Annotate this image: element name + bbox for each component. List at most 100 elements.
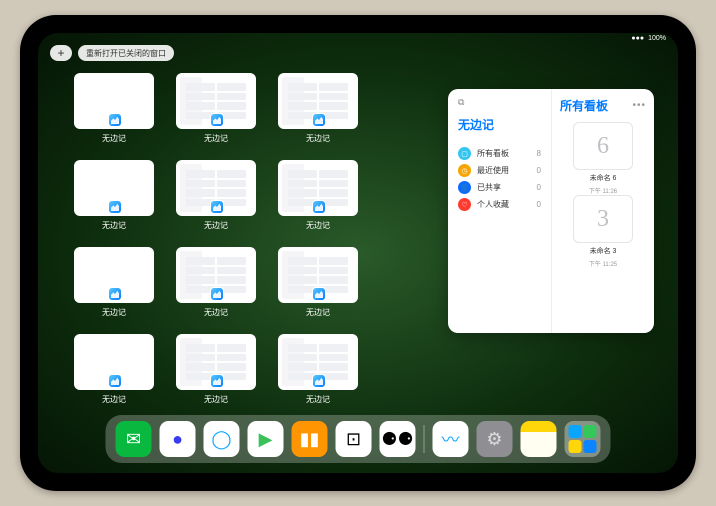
freeform-icon xyxy=(312,113,326,127)
freeform-icon xyxy=(210,113,224,127)
freeform-icon xyxy=(108,374,122,388)
board-time: 下午 11:25 xyxy=(589,259,617,268)
window-card[interactable]: 无边记 xyxy=(74,334,154,405)
battery-label: 100% xyxy=(648,35,666,42)
window-card[interactable]: 无边记 xyxy=(176,160,256,231)
window-thumbnail xyxy=(278,73,358,129)
freeform-icon xyxy=(210,287,224,301)
status-bar: ●●● 100% xyxy=(631,35,666,42)
dock-app-shapes[interactable]: ⚈⚈ xyxy=(380,421,416,457)
reopen-closed-button[interactable]: 重新打开已关闭的窗口 xyxy=(78,45,174,61)
board-label: 未命名 6 xyxy=(590,173,617,183)
freeform-icon xyxy=(108,200,122,214)
window-label: 无边记 xyxy=(306,394,330,405)
window-label: 无边记 xyxy=(306,133,330,144)
freeform-icon xyxy=(312,374,326,388)
window-thumbnail xyxy=(278,160,358,216)
window-card[interactable]: 无边记 xyxy=(176,73,256,144)
dock-folder[interactable] xyxy=(565,421,601,457)
dock-app-play[interactable]: ▶ xyxy=(248,421,284,457)
folder-mini-app xyxy=(569,425,582,438)
sidebar-item[interactable]: 👤 已共享 0 xyxy=(458,179,541,196)
dock-app-dice[interactable]: ⊡ xyxy=(336,421,372,457)
folder-mini-app xyxy=(584,440,597,453)
window-card[interactable]: 无边记 xyxy=(74,247,154,318)
window-label: 无边记 xyxy=(102,133,126,144)
dock-app-qqbrowser[interactable]: ◯ xyxy=(204,421,240,457)
freeform-icon xyxy=(108,113,122,127)
sidebar-item[interactable]: ◷最近使用0 xyxy=(458,162,541,179)
window-thumbnail xyxy=(176,334,256,390)
window-label: 无边记 xyxy=(306,220,330,231)
window-thumbnail xyxy=(278,247,358,303)
window-card[interactable]: 无边记 xyxy=(278,247,358,318)
board-thumbnail: 6 xyxy=(573,122,633,170)
panel-main: 所有看板 ••• 6 未命名 6 下午 11:263 未命名 3 下午 11:25 xyxy=(552,89,654,333)
window-thumbnail xyxy=(74,73,154,129)
sidebar-item-count: 0 xyxy=(537,183,541,192)
window-thumbnail xyxy=(278,334,358,390)
ipad-frame: ●●● 100% + 重新打开已关闭的窗口 无边记无边记无边记无边记无边记无边记… xyxy=(20,15,696,491)
wifi-icon: ●●● xyxy=(631,35,644,42)
dock-app-settings[interactable]: ⚙ xyxy=(477,421,513,457)
freeform-icon xyxy=(210,200,224,214)
more-button[interactable]: ••• xyxy=(632,100,646,111)
category-icon: ▢ xyxy=(458,147,471,160)
app-panel: ⧉ 无边记 ▢所有看板8◷最近使用0👤已共享0♡个人收藏0 所有看板 ••• 6… xyxy=(448,89,654,333)
board-time: 下午 11:26 xyxy=(589,186,617,195)
dock-app-notes[interactable] xyxy=(521,421,557,457)
window-thumbnail xyxy=(74,334,154,390)
window-label: 无边记 xyxy=(102,394,126,405)
folder-mini-app xyxy=(584,425,597,438)
panel-title: 无边记 xyxy=(458,116,541,133)
freeform-icon xyxy=(210,374,224,388)
dock-app-quark[interactable]: ● xyxy=(160,421,196,457)
window-label: 无边记 xyxy=(204,394,228,405)
window-card[interactable]: 无边记 xyxy=(176,334,256,405)
freeform-icon xyxy=(108,287,122,301)
sidebar-item-label: 最近使用 xyxy=(477,165,531,176)
window-label: 无边记 xyxy=(204,220,228,231)
window-card[interactable]: 无边记 xyxy=(74,160,154,231)
dock-app-wechat[interactable]: ✉ xyxy=(116,421,152,457)
window-grid: 无边记无边记无边记无边记无边记无边记无边记无边记无边记无边记无边记无边记 xyxy=(74,73,454,405)
window-card[interactable]: 无边记 xyxy=(74,73,154,144)
window-thumbnail xyxy=(74,247,154,303)
window-label: 无边记 xyxy=(306,307,330,318)
window-card[interactable]: 无边记 xyxy=(278,160,358,231)
panel-right-title: 所有看板 xyxy=(560,97,608,114)
window-card[interactable]: 无边记 xyxy=(278,73,358,144)
freeform-icon xyxy=(312,200,326,214)
panel-sidebar: ⧉ 无边记 ▢所有看板8◷最近使用0👤已共享0♡个人收藏0 xyxy=(448,89,552,333)
sidebar-item[interactable]: ♡ 个人收藏 0 xyxy=(458,196,541,213)
window-label: 无边记 xyxy=(204,307,228,318)
screen: ●●● 100% + 重新打开已关闭的窗口 无边记无边记无边记无边记无边记无边记… xyxy=(38,33,678,473)
window-thumbnail xyxy=(74,160,154,216)
window-label: 无边记 xyxy=(102,220,126,231)
board-card[interactable]: 6 未命名 6 下午 11:26 xyxy=(560,122,646,195)
window-card[interactable]: 无边记 xyxy=(176,247,256,318)
sidebar-item-count: 0 xyxy=(537,166,541,175)
sidebar-item-label: 已共享 xyxy=(477,182,531,193)
window-thumbnail xyxy=(176,160,256,216)
window-thumbnail xyxy=(176,73,256,129)
dock: ✉●◯▶▮▮⊡⚈⚈ 〰⚙ xyxy=(106,415,611,463)
window-card[interactable]: 无边记 xyxy=(278,334,358,405)
dock-divider xyxy=(424,425,425,453)
dock-app-freeform[interactable]: 〰 xyxy=(433,421,469,457)
board-label: 未命名 3 xyxy=(590,246,617,256)
sidebar-item-label: 个人收藏 xyxy=(477,199,531,210)
top-controls: + 重新打开已关闭的窗口 xyxy=(50,45,174,61)
board-thumbnail: 3 xyxy=(573,195,633,243)
sidebar-item[interactable]: ▢所有看板8 xyxy=(458,145,541,162)
sidebar-toggle-icon[interactable]: ⧉ xyxy=(458,97,464,108)
window-label: 无边记 xyxy=(204,133,228,144)
sidebar-item-count: 8 xyxy=(537,149,541,158)
dock-app-books[interactable]: ▮▮ xyxy=(292,421,328,457)
category-icon: ♡ xyxy=(458,198,471,211)
sidebar-item-count: 0 xyxy=(537,200,541,209)
board-card[interactable]: 3 未命名 3 下午 11:25 xyxy=(560,195,646,268)
new-window-button[interactable]: + xyxy=(50,45,72,61)
freeform-icon xyxy=(312,287,326,301)
category-icon: 👤 xyxy=(458,181,471,194)
